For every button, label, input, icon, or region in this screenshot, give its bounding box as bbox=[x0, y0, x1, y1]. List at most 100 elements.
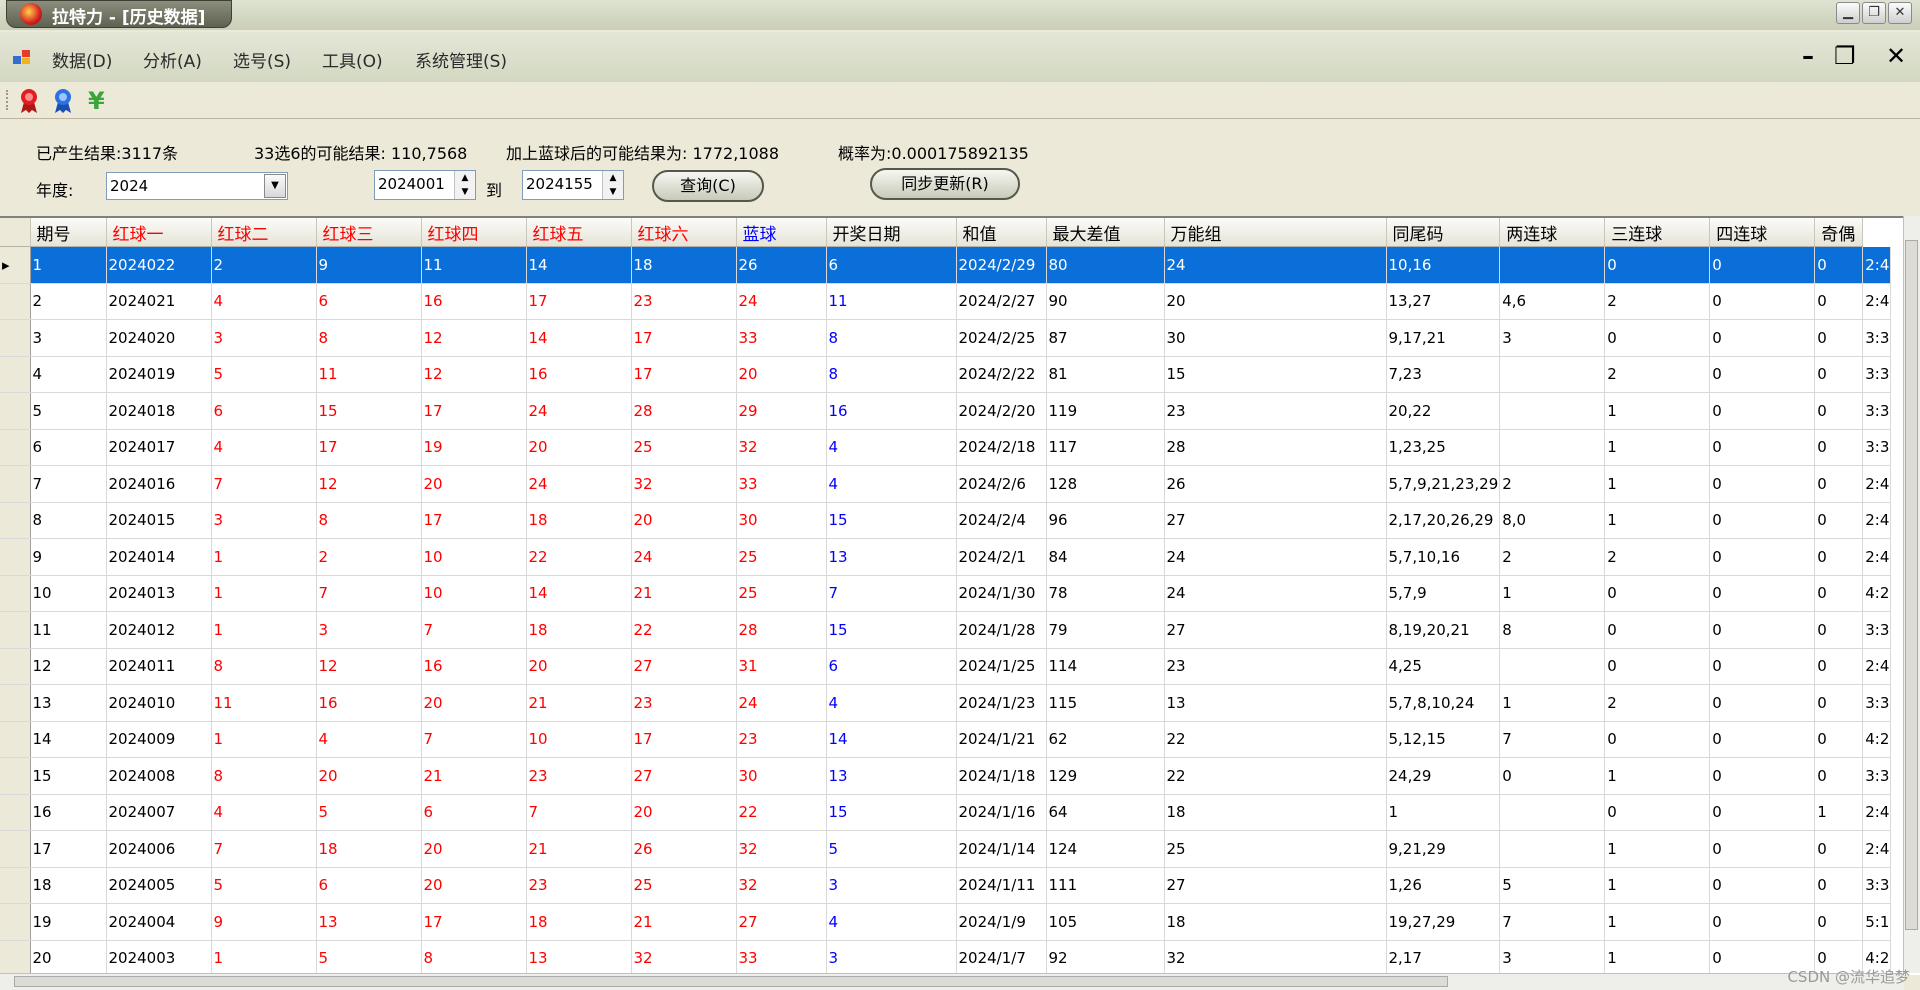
table-cell[interactable]: 4,25 bbox=[1386, 648, 1501, 685]
table-cell[interactable]: 0 bbox=[1709, 392, 1816, 430]
table-cell[interactable]: 2024015 bbox=[106, 502, 212, 539]
table-cell[interactable]: 78 bbox=[1046, 575, 1165, 612]
table-row[interactable]: 8 2024015 3 8 17 18 20 30 15 2024/2/4 96 27 2,17,20,… bbox=[0, 502, 1892, 539]
table-cell[interactable]: 5,7,10,16 bbox=[1386, 538, 1501, 576]
table-cell[interactable]: 13 bbox=[1164, 684, 1387, 722]
row-selector[interactable] bbox=[0, 648, 31, 685]
table-cell[interactable]: 32 bbox=[736, 830, 827, 868]
table-row[interactable]: 3 2024020 3 8 12 14 17 33 8 2024/2/25 87 30 9,17,21 3… bbox=[0, 319, 1892, 357]
table-cell[interactable]: 14 bbox=[526, 319, 632, 357]
minimize-button[interactable]: ▁ bbox=[1836, 2, 1860, 24]
table-cell[interactable]: 2:4 bbox=[1862, 246, 1892, 284]
table-cell[interactable]: 5,7,9,21,23,29 bbox=[1386, 465, 1501, 503]
row-selector[interactable]: ▸ bbox=[0, 246, 31, 284]
table-cell[interactable]: 128 bbox=[1046, 465, 1165, 503]
table-cell[interactable]: 3:3 bbox=[1862, 757, 1892, 795]
table-cell[interactable]: 1,26 bbox=[1386, 867, 1501, 904]
table-cell[interactable]: 0 bbox=[1604, 794, 1711, 831]
table-cell[interactable]: 5,12,15 bbox=[1386, 721, 1501, 758]
table-row[interactable]: 14 2024009 1 4 7 10 17 23 14 2024/1/21 62 22 5,12,15… bbox=[0, 721, 1892, 758]
vertical-scrollbar[interactable] bbox=[1903, 216, 1920, 973]
table-cell[interactable]: 13 bbox=[826, 757, 957, 795]
table-cell[interactable]: 0 bbox=[1709, 502, 1816, 539]
table-cell[interactable]: 0 bbox=[1814, 246, 1864, 284]
table-cell[interactable]: 10 bbox=[421, 575, 527, 612]
table-cell[interactable]: 9,17,21 bbox=[1386, 319, 1501, 357]
table-cell[interactable]: 129 bbox=[1046, 757, 1165, 795]
table-cell[interactable]: 23 bbox=[1164, 648, 1387, 685]
table-cell[interactable]: 2:4 bbox=[1862, 648, 1892, 685]
table-cell[interactable]: 2024016 bbox=[106, 465, 212, 503]
row-selector[interactable] bbox=[0, 757, 31, 795]
table-cell[interactable]: 3 bbox=[316, 611, 422, 649]
table-cell[interactable]: 7 bbox=[826, 575, 957, 612]
row-selector[interactable] bbox=[0, 392, 31, 430]
table-cell[interactable]: 3:3 bbox=[1862, 611, 1892, 649]
table-cell[interactable]: 23 bbox=[736, 721, 827, 758]
table-cell[interactable]: 0 bbox=[1604, 246, 1711, 284]
table-cell[interactable]: 24 bbox=[631, 538, 737, 576]
table-cell[interactable]: 25 bbox=[736, 575, 827, 612]
yen-icon[interactable]: ¥ bbox=[88, 88, 114, 114]
mdi-close-button[interactable]: ✕ bbox=[1886, 42, 1906, 70]
table-row[interactable]: 6 2024017 4 17 19 20 25 32 4 2024/2/18 117 28 1,23,2… bbox=[0, 429, 1892, 466]
year-combo[interactable]: 2024 ▼ bbox=[106, 172, 288, 200]
table-cell[interactable]: 22 bbox=[1164, 757, 1387, 795]
table-cell[interactable]: 19 bbox=[30, 903, 107, 941]
table-cell[interactable]: 2024/2/27 bbox=[956, 283, 1047, 320]
table-cell[interactable]: 27 bbox=[1164, 502, 1387, 539]
table-cell[interactable]: 9 bbox=[316, 246, 422, 284]
menu-analysis[interactable]: 分析(A) bbox=[143, 47, 202, 72]
table-cell[interactable]: 8 bbox=[211, 757, 317, 795]
menu-pick[interactable]: 选号(S) bbox=[233, 47, 291, 72]
table-cell[interactable]: 7 bbox=[421, 721, 527, 758]
table-cell[interactable]: 81 bbox=[1046, 356, 1165, 393]
table-cell[interactable]: 12 bbox=[421, 319, 527, 357]
table-cell[interactable]: 3 bbox=[30, 319, 107, 357]
table-cell[interactable]: 6 bbox=[826, 246, 957, 284]
table-cell[interactable]: 16 bbox=[30, 794, 107, 831]
table-row[interactable]: 15 2024008 8 20 21 23 27 30 13 2024/1/18 129 22 24,2… bbox=[0, 757, 1892, 795]
table-cell[interactable]: 0 bbox=[1814, 538, 1864, 576]
table-cell[interactable]: 1 bbox=[1604, 757, 1711, 795]
table-cell[interactable]: 124 bbox=[1046, 830, 1165, 868]
restore-button[interactable]: ❐ bbox=[1862, 2, 1886, 24]
row-selector[interactable] bbox=[0, 429, 31, 466]
row-selector[interactable] bbox=[0, 575, 31, 612]
table-cell[interactable]: 7,23 bbox=[1386, 356, 1501, 393]
table-row[interactable]: 20 2024003 1 5 8 13 32 33 3 2024/1/7 92 32 2,17 3 1 0 0 4… bbox=[0, 940, 1892, 975]
row-selector[interactable] bbox=[0, 611, 31, 649]
table-cell[interactable]: 11 bbox=[316, 356, 422, 393]
table-cell[interactable]: 18 bbox=[526, 502, 632, 539]
column-header[interactable]: 两连球 bbox=[1499, 218, 1606, 247]
table-cell[interactable]: 28 bbox=[631, 392, 737, 430]
table-cell[interactable]: 0 bbox=[1709, 319, 1816, 357]
table-cell[interactable]: 2024/1/21 bbox=[956, 721, 1047, 758]
table-cell[interactable]: 2:4 bbox=[1862, 830, 1892, 868]
table-cell[interactable]: 17 bbox=[631, 721, 737, 758]
table-cell[interactable]: 21 bbox=[631, 575, 737, 612]
table-cell[interactable]: 3:3 bbox=[1862, 392, 1892, 430]
table-cell[interactable]: 2024/1/16 bbox=[956, 794, 1047, 831]
table-cell[interactable]: 25 bbox=[631, 867, 737, 904]
table-cell[interactable]: 14 bbox=[526, 246, 632, 284]
table-cell[interactable]: 18 bbox=[631, 246, 737, 284]
table-cell[interactable]: 1 bbox=[211, 611, 317, 649]
table-cell[interactable]: 14 bbox=[526, 575, 632, 612]
table-cell[interactable]: 23 bbox=[526, 757, 632, 795]
table-cell[interactable]: 17 bbox=[30, 830, 107, 868]
table-cell[interactable]: 2 bbox=[1499, 538, 1606, 576]
table-cell[interactable]: 16 bbox=[421, 648, 527, 685]
table-cell[interactable]: 0 bbox=[1709, 867, 1816, 904]
table-row[interactable]: 10 2024013 1 7 10 14 21 25 7 2024/1/30 78 24 5,7,9 1 0… bbox=[0, 575, 1892, 612]
table-cell[interactable]: 0 bbox=[1709, 283, 1816, 320]
table-cell[interactable]: 7 bbox=[1499, 721, 1606, 758]
to-period-stepper[interactable]: 2024155 ▲ ▼ bbox=[522, 170, 624, 200]
table-cell[interactable]: 2024004 bbox=[106, 903, 212, 941]
table-cell[interactable]: 1 bbox=[1604, 903, 1711, 941]
table-cell[interactable]: 1 bbox=[1604, 429, 1711, 466]
table-cell[interactable]: 20 bbox=[316, 757, 422, 795]
table-cell[interactable]: 11 bbox=[211, 684, 317, 722]
table-cell[interactable]: 17 bbox=[631, 319, 737, 357]
table-cell[interactable]: 2024005 bbox=[106, 867, 212, 904]
